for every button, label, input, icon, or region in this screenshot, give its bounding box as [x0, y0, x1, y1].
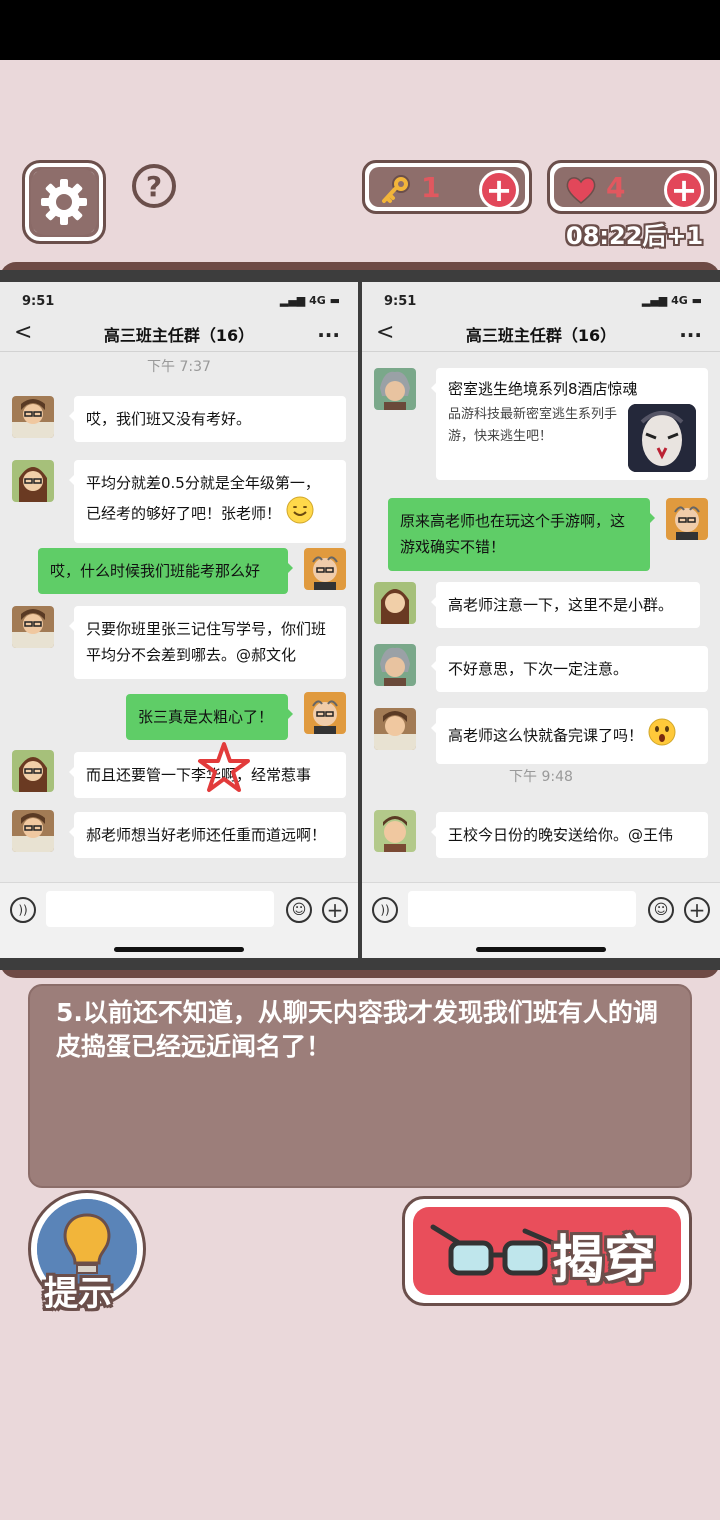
game-poster-image	[628, 404, 696, 472]
chat-title: 高三班主任群（16）	[103, 326, 255, 345]
promo-desc: 品游科技最新密室逃生系列手游，快来逃生吧！	[448, 407, 618, 445]
add-icon[interactable]: +	[322, 897, 348, 923]
message-text: 高老师这么快就备完课了吗！	[448, 726, 644, 745]
help-icon: ?	[145, 169, 163, 203]
voice-icon[interactable]: ))	[372, 897, 398, 923]
message-bubble: 不好意思，下次一定注意。	[431, 646, 708, 693]
right-chat-screen: 9:51 ▂▄▆ 4G ▬ < 高三班主任群（16） ... 密室逃生绝境系列8…	[362, 282, 720, 958]
keys-count: 1	[421, 171, 441, 204]
avatar-gao[interactable]	[666, 498, 708, 540]
network-label: 4G	[671, 294, 688, 307]
reveal-label: 揭穿	[552, 1231, 657, 1291]
chat-input-bar: )) ☺ +	[0, 882, 358, 958]
avatar-principal[interactable]	[374, 368, 416, 410]
avatar-principal[interactable]	[374, 644, 416, 686]
emoji-icon[interactable]: ☺	[286, 897, 312, 923]
message-bubble: 平均分就差0.5分就是全年级第一，已经考的够好了吧！张老师！	[69, 460, 346, 543]
avatar-hao[interactable]	[12, 606, 54, 648]
voice-icon[interactable]: ))	[10, 897, 36, 923]
gear-icon	[31, 169, 97, 235]
chat-header: < 高三班主任群（16） ...	[362, 318, 720, 352]
heart-icon	[564, 173, 598, 211]
message-bubble: 高老师注意一下，这里不是小群。	[431, 582, 700, 629]
key-icon	[379, 173, 413, 211]
status-time: 9:51	[384, 294, 417, 309]
chat-timestamp: 下午 7:37	[147, 359, 211, 375]
more-icon[interactable]: ...	[317, 318, 340, 342]
add-keys-button[interactable]: +	[479, 170, 519, 210]
chat-title: 高三班主任群（16）	[465, 326, 617, 345]
avatar-hao[interactable]	[12, 810, 54, 852]
avatar-hao[interactable]	[374, 708, 416, 750]
network-indicator: ▂▄▆ 4G ▬	[279, 294, 340, 307]
question-panel: 5.以前还不知道，从聊天内容我才发现我们班有人的调皮捣蛋已经远近闻名了！	[28, 984, 692, 1188]
phone-status-bar: 9:51 ▂▄▆ 4G ▬	[0, 282, 358, 318]
chat-header: < 高三班主任群（16） ...	[0, 318, 358, 352]
home-indicator	[114, 947, 244, 952]
promo-title: 密室逃生绝境系列8酒店惊魂	[448, 380, 638, 398]
avatar-gao[interactable]	[304, 692, 346, 734]
avatar-zhang[interactable]	[374, 582, 416, 624]
message-input[interactable]	[408, 891, 636, 927]
avatar-zhang[interactable]	[12, 460, 54, 502]
game-promo-card[interactable]: 密室逃生绝境系列8酒店惊魂 品游科技最新密室逃生系列手游，快来逃生吧！	[431, 368, 708, 480]
add-lives-button[interactable]: +	[664, 170, 704, 210]
surprised-emoji-icon	[648, 718, 676, 754]
star-marker-icon	[196, 740, 252, 800]
smile-emoji-icon	[286, 496, 314, 532]
keys-counter: 1 +	[362, 160, 532, 214]
add-icon[interactable]: +	[684, 897, 710, 923]
avatar-zhang[interactable]	[12, 750, 54, 792]
message-text: 平均分就差0.5分就是全年级第一，已经考的够好了吧！张老师！	[86, 474, 320, 523]
message-input[interactable]	[46, 891, 274, 927]
message-bubble: 王校今日份的晚安送给你。@王伟	[431, 812, 708, 859]
system-status-bar	[0, 0, 720, 60]
message-bubble: 郝老师想当好老师还任重而道远啊！	[69, 812, 346, 859]
avatar-hao[interactable]	[12, 396, 54, 438]
lives-count: 4	[606, 171, 626, 204]
message-bubble: 原来高老师也在玩这个手游啊，这游戏确实不错！	[388, 498, 655, 571]
avatar-wang[interactable]	[374, 810, 416, 852]
message-bubble: 高老师这么快就备完课了吗！	[431, 708, 708, 765]
life-timer: 08:22后+1	[566, 222, 704, 250]
glasses-icon	[429, 1221, 559, 1289]
message-bubble: 哎，我们班又没有考好。	[69, 396, 346, 443]
lives-counter: 4 +	[547, 160, 717, 214]
status-time: 9:51	[22, 294, 55, 309]
more-icon[interactable]: ...	[679, 318, 702, 342]
settings-button[interactable]	[22, 160, 106, 244]
message-bubble: 张三真是太粗心了！	[126, 694, 293, 741]
chat-input-bar: )) ☺ +	[362, 882, 720, 958]
left-chat-screen: 9:51 ▂▄▆ 4G ▬ < 高三班主任群（16） ... 下午 7:37 哎…	[0, 282, 358, 958]
hint-label: 提示	[44, 1274, 112, 1314]
home-indicator	[476, 947, 606, 952]
emoji-icon[interactable]: ☺	[648, 897, 674, 923]
avatar-gao[interactable]	[304, 548, 346, 590]
chat-timestamp: 下午 9:48	[509, 769, 573, 785]
message-bubble: 只要你班里张三记住写学号，你们班平均分不会差到哪去。@郝文化	[69, 606, 346, 679]
help-button[interactable]: ?	[132, 164, 176, 208]
phone-status-bar: 9:51 ▂▄▆ 4G ▬	[362, 282, 720, 318]
network-label: 4G	[309, 294, 326, 307]
network-indicator: ▂▄▆ 4G ▬	[641, 294, 702, 307]
message-bubble: 哎，什么时候我们班能考那么好	[38, 548, 293, 595]
